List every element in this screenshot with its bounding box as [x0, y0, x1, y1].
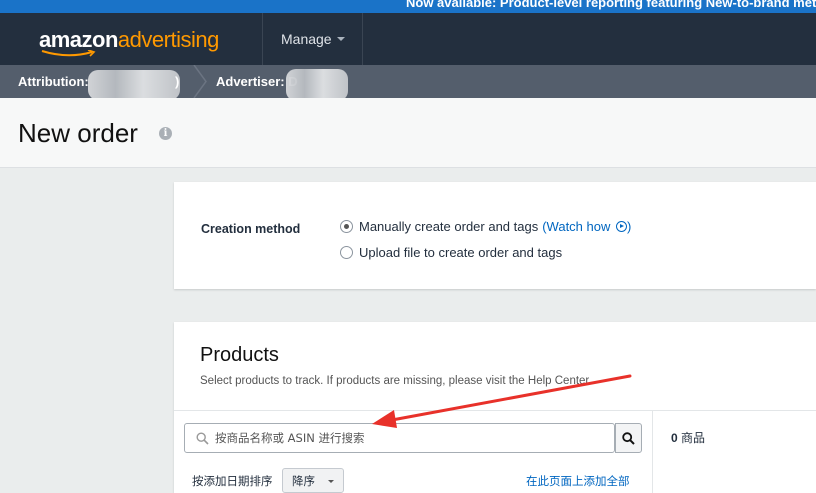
play-circle-icon[interactable] [616, 221, 627, 232]
sort-order-select[interactable]: 降序 [282, 468, 344, 493]
radio-manual-label[interactable]: Manually create order and tags [359, 219, 538, 234]
watch-how-link[interactable]: (Watch how ) [542, 219, 631, 234]
selected-count-unit: 商品 [681, 431, 706, 445]
logo-smile-icon [41, 50, 96, 57]
creation-method-card: Creation method Manually create order an… [174, 182, 816, 289]
banner-text[interactable]: Now available: Product-level reporting f… [406, 0, 816, 10]
chevron-right-icon [193, 65, 207, 98]
announcement-banner[interactable]: Now available: Product-level reporting f… [0, 0, 816, 13]
chevron-down-icon [336, 37, 345, 41]
add-all-link[interactable]: 在此页面上添加全部 [526, 473, 630, 489]
divider [652, 410, 653, 493]
sort-order-value: 降序 [292, 473, 315, 488]
products-title: Products [200, 344, 279, 366]
search-icon [196, 432, 209, 445]
product-search-box[interactable] [184, 423, 615, 453]
logo-text-amazon: amazon [39, 27, 118, 52]
radio-button-checked[interactable] [340, 220, 353, 233]
radio-button[interactable] [340, 246, 353, 259]
search-icon [622, 431, 635, 445]
page-title: New order [18, 118, 138, 148]
watch-how-text[interactable]: (Watch how [542, 219, 610, 234]
sort-label: 按添加日期排序 [192, 474, 273, 488]
logo-text-advertising: advertising [117, 27, 219, 52]
selected-count: 0 商品 [671, 429, 705, 446]
radio-upload-label[interactable]: Upload file to create order and tags [359, 245, 562, 260]
redacted-blur [286, 69, 348, 101]
radio-upload[interactable]: Upload file to create order and tags [340, 245, 562, 260]
radio-manual[interactable]: Manually create order and tags (Watch ho… [340, 219, 631, 234]
creation-method-label: Creation method [201, 222, 301, 236]
selected-count-number: 0 [671, 431, 678, 445]
products-card: Products Select products to track. If pr… [174, 322, 816, 493]
products-subtitle: Select products to track. If products ar… [200, 375, 592, 387]
product-search-input[interactable] [215, 424, 610, 452]
page-header: New order i [0, 98, 816, 168]
redacted-blur [88, 70, 180, 100]
breadcrumb-paren: ) [175, 74, 180, 89]
manage-menu[interactable]: Manage [262, 13, 362, 65]
watch-how-close: ) [627, 219, 632, 234]
nav-divider [362, 13, 363, 65]
chevron-down-icon [328, 480, 334, 483]
manage-label: Manage [281, 31, 332, 47]
breadcrumb: Attribution: ) Advertiser: D [0, 65, 816, 101]
breadcrumb-attribution[interactable]: Attribution: [18, 74, 89, 89]
divider [174, 410, 816, 411]
info-icon[interactable]: i [159, 127, 172, 140]
search-button[interactable] [615, 423, 642, 453]
top-navigation: amazonadvertising Manage [0, 13, 816, 65]
